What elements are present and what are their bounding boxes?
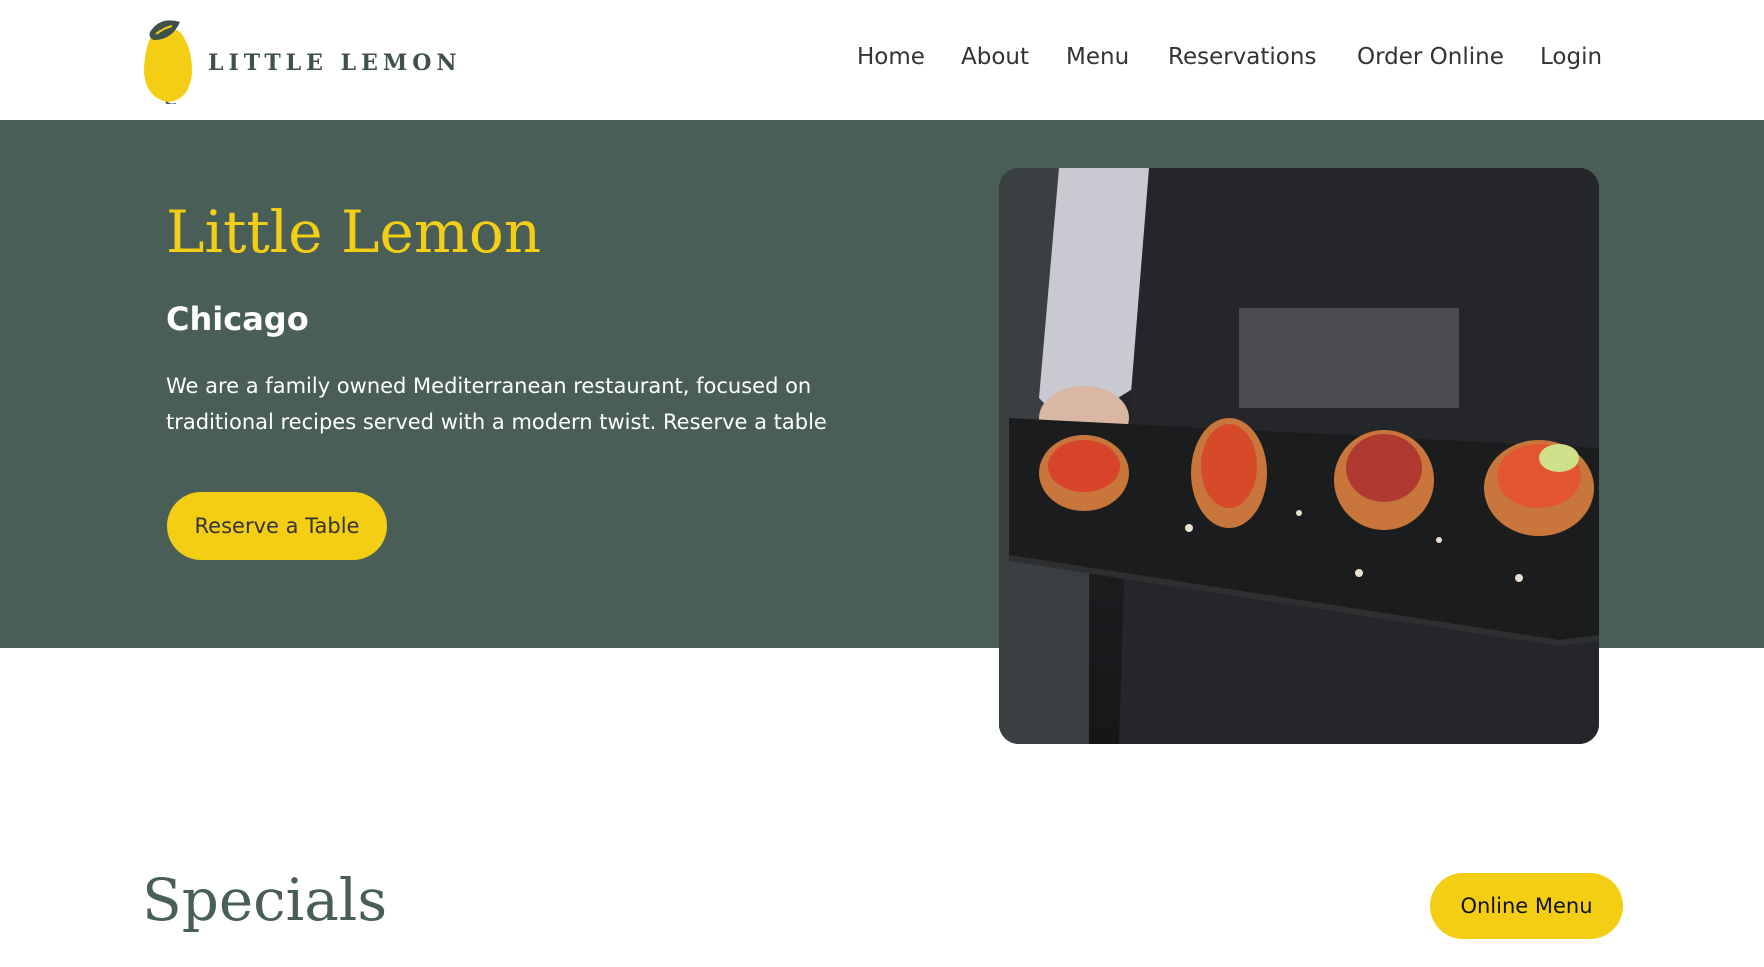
hero-subtitle: Chicago xyxy=(166,300,309,338)
nav-menu[interactable]: Menu xyxy=(1066,44,1129,70)
reserve-table-button[interactable]: Reserve a Table xyxy=(167,492,387,560)
hero-food-photo xyxy=(999,168,1599,744)
online-menu-button[interactable]: Online Menu xyxy=(1430,873,1623,939)
nav-reservations[interactable]: Reservations xyxy=(1168,44,1316,70)
site-header: LITTLE LEMON Home About Menu Reservation… xyxy=(0,0,1764,120)
nav-home[interactable]: Home xyxy=(857,44,925,70)
food-photo-icon xyxy=(999,168,1599,744)
main-nav: Home About Menu Reservations Order Onlin… xyxy=(0,44,1764,74)
nav-login[interactable]: Login xyxy=(1540,44,1602,70)
nav-order-online[interactable]: Order Online xyxy=(1357,44,1504,70)
hero-title: Little Lemon xyxy=(166,198,542,266)
hero-description: We are a family owned Mediterranean rest… xyxy=(166,374,827,434)
nav-about[interactable]: About xyxy=(961,44,1029,70)
specials-title: Specials xyxy=(142,866,388,934)
